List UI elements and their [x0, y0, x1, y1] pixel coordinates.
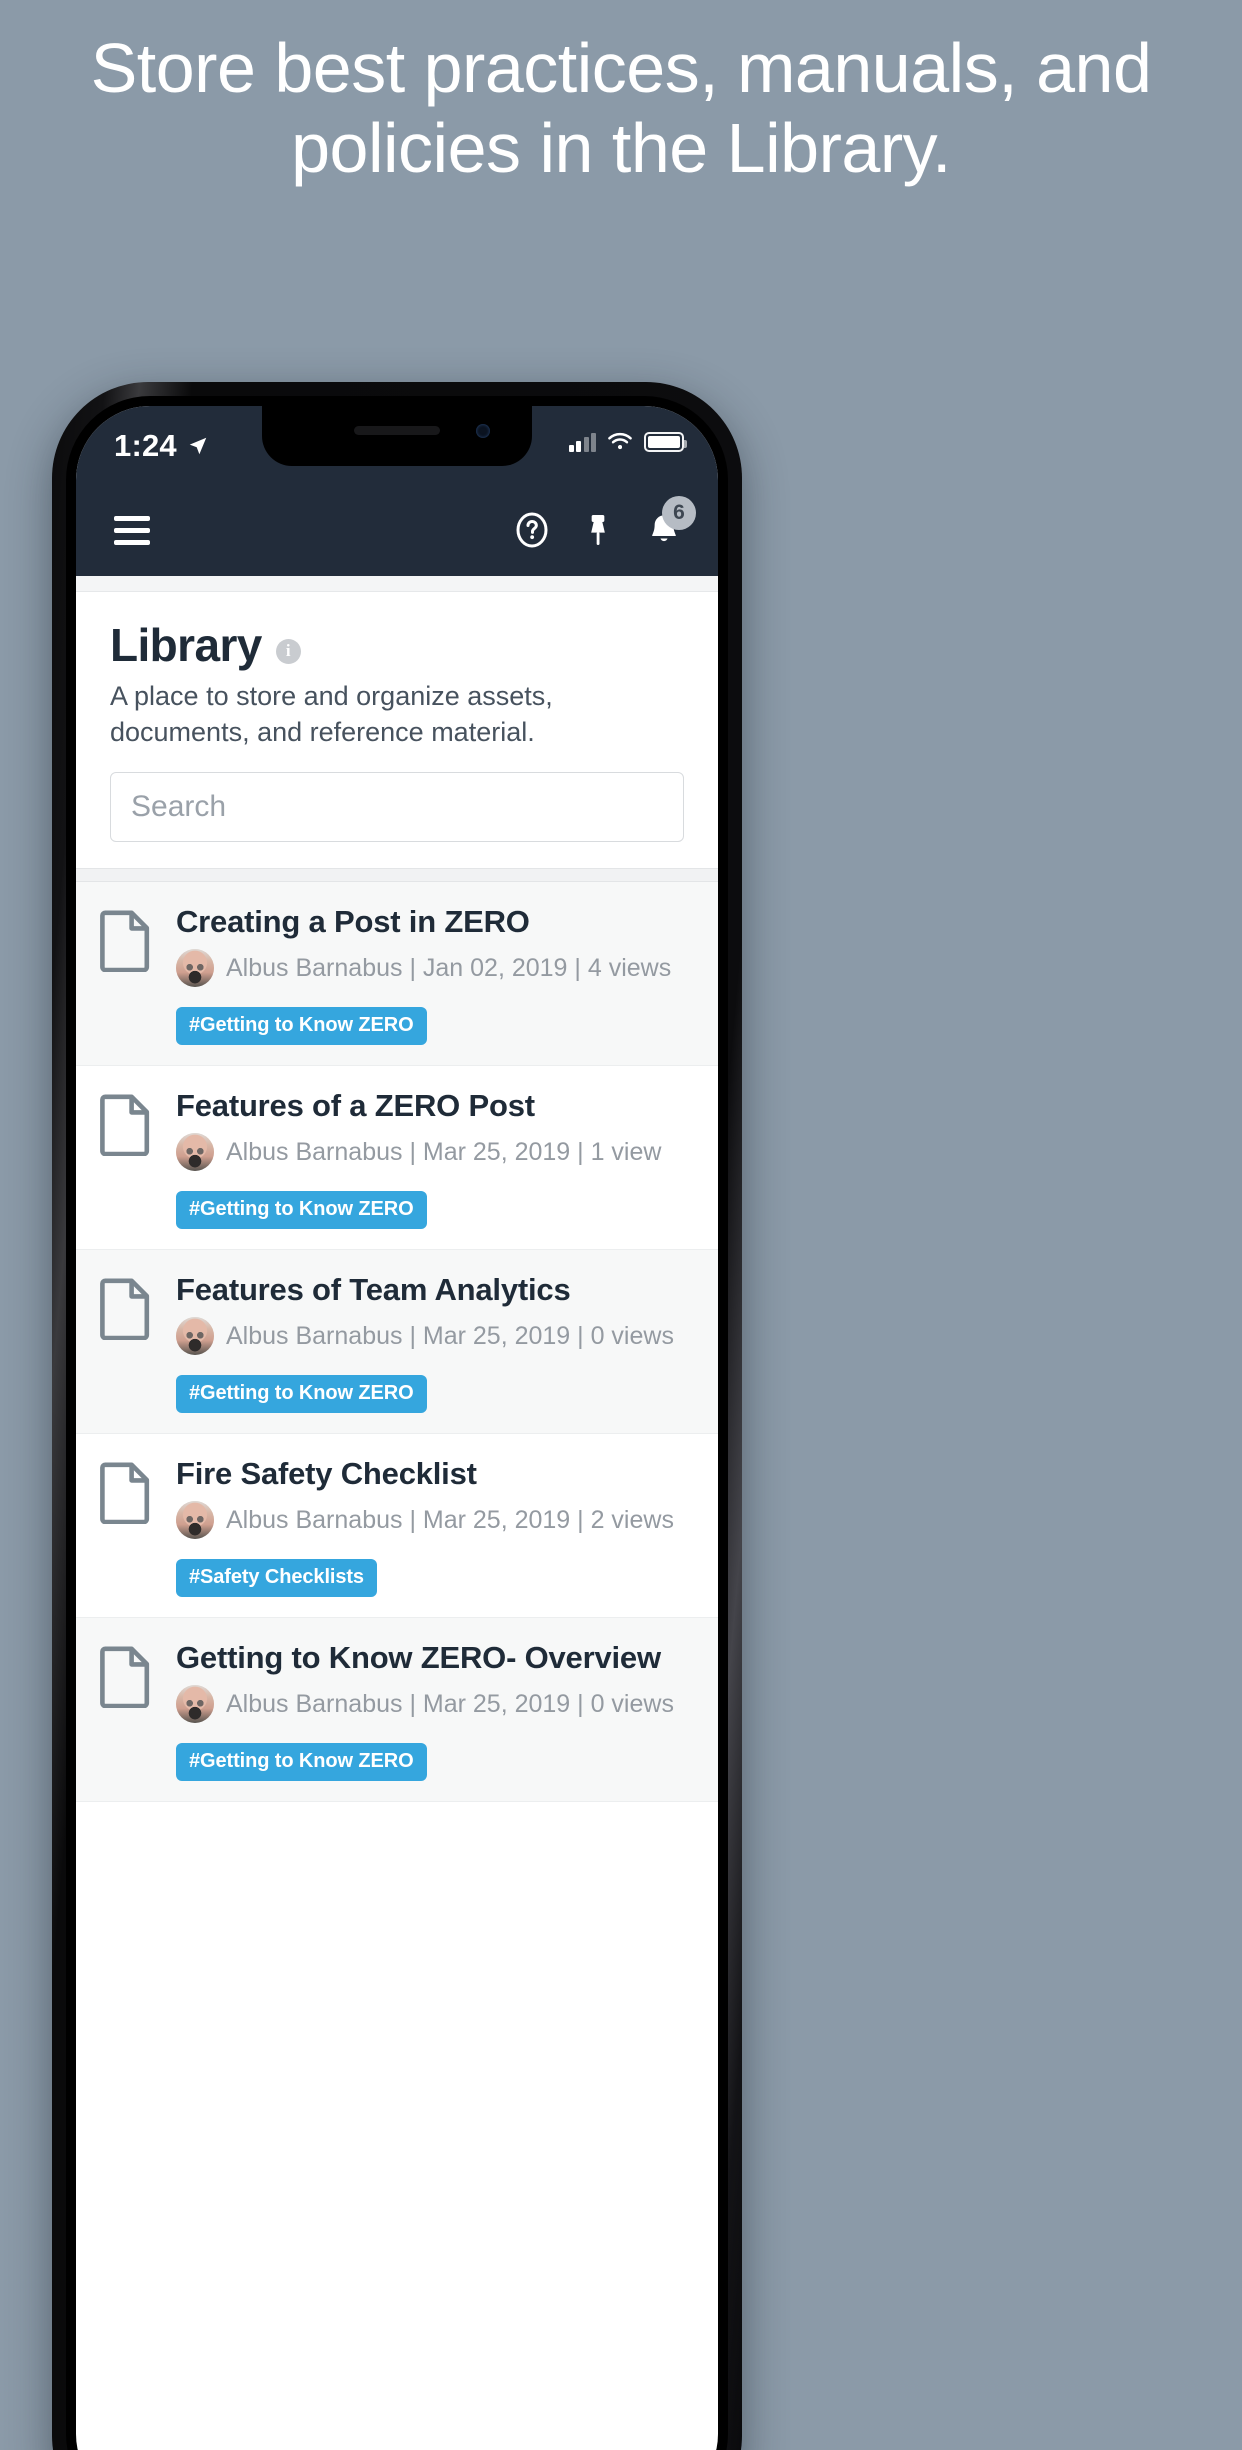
phone-screen: 1:24 6 Library i A place to store and or…: [76, 406, 718, 2450]
app-navbar: 6: [76, 484, 718, 576]
library-item-list: Creating a Post in ZERO Albus Barnabus |…: [76, 882, 718, 1802]
list-item[interactable]: Getting to Know ZERO- Overview Albus Bar…: [76, 1618, 718, 1802]
search-input[interactable]: [110, 772, 684, 842]
status-badge[interactable]: #Getting to Know ZERO: [176, 1007, 427, 1045]
phone-device-frame: 1:24 6 Library i A place to store and or…: [52, 382, 742, 2450]
list-item-body: Fire Safety Checklist Albus Barnabus | M…: [176, 1456, 694, 1597]
cellular-signal-icon: [568, 432, 596, 452]
page-title: Library: [110, 619, 262, 671]
list-item[interactable]: Fire Safety Checklist Albus Barnabus | M…: [76, 1434, 718, 1618]
list-item-title: Features of a ZERO Post: [176, 1088, 535, 1123]
list-item-body: Features of a ZERO Post Albus Barnabus |…: [176, 1088, 694, 1229]
list-item-tags: #Safety Checklists: [176, 1559, 694, 1597]
info-icon[interactable]: i: [275, 638, 301, 664]
wifi-icon: [608, 432, 632, 450]
list-item-title: Getting to Know ZERO- Overview: [176, 1640, 661, 1675]
list-item-tags: #Getting to Know ZERO: [176, 1743, 694, 1781]
document-icon: [100, 1088, 156, 1229]
location-arrow-icon: [189, 437, 207, 455]
status-badge[interactable]: #Getting to Know ZERO: [176, 1191, 427, 1229]
page-subtitle: A place to store and organize assets, do…: [110, 681, 553, 747]
page-toolbar-strip: [76, 576, 718, 592]
help-circle-icon[interactable]: [512, 510, 552, 550]
search-container: [76, 750, 718, 868]
phone-bezel: 1:24 6 Library i A place to store and or…: [66, 396, 728, 2450]
list-item-meta-text: Albus Barnabus | Jan 02, 2019 | 4 views: [226, 953, 672, 982]
list-item-meta: Albus Barnabus | Mar 25, 2019 | 0 views: [176, 1317, 694, 1355]
list-item-body: Getting to Know ZERO- Overview Albus Bar…: [176, 1640, 694, 1781]
navbar-actions: 6: [512, 496, 696, 550]
list-item-body: Creating a Post in ZERO Albus Barnabus |…: [176, 904, 694, 1045]
status-badge[interactable]: #Getting to Know ZERO: [176, 1743, 427, 1781]
status-badge[interactable]: #Safety Checklists: [176, 1559, 377, 1597]
device-notch: [262, 406, 532, 466]
list-item[interactable]: Features of a ZERO Post Albus Barnabus |…: [76, 1066, 718, 1250]
list-item-meta: Albus Barnabus | Jan 02, 2019 | 4 views: [176, 949, 694, 987]
list-item-meta-text: Albus Barnabus | Mar 25, 2019 | 2 views: [226, 1505, 674, 1534]
list-item-title: Fire Safety Checklist: [176, 1456, 477, 1491]
page-title-row: Library i: [110, 618, 684, 672]
list-item-tags: #Getting to Know ZERO: [176, 1375, 694, 1413]
earpiece-speaker: [354, 426, 440, 435]
document-icon: [100, 1456, 156, 1597]
list-item-meta-text: Albus Barnabus | Mar 25, 2019 | 1 view: [226, 1137, 662, 1166]
list-item-title: Features of Team Analytics: [176, 1272, 571, 1307]
list-item-title: Creating a Post in ZERO: [176, 904, 530, 939]
avatar: [176, 949, 214, 987]
list-item-tags: #Getting to Know ZERO: [176, 1007, 694, 1045]
list-item-meta: Albus Barnabus | Mar 25, 2019 | 1 view: [176, 1133, 694, 1171]
list-item-meta: Albus Barnabus | Mar 25, 2019 | 0 views: [176, 1685, 694, 1723]
status-badge[interactable]: #Getting to Know ZERO: [176, 1375, 427, 1413]
list-item-meta: Albus Barnabus | Mar 25, 2019 | 2 views: [176, 1501, 694, 1539]
pin-icon[interactable]: [578, 510, 618, 550]
avatar: [176, 1501, 214, 1539]
status-time: 1:24: [114, 428, 177, 463]
list-item-body: Features of Team Analytics Albus Barnabu…: [176, 1272, 694, 1413]
page-header: Library i A place to store and organize …: [76, 592, 718, 750]
avatar: [176, 1317, 214, 1355]
document-icon: [100, 904, 156, 1045]
list-item[interactable]: Creating a Post in ZERO Albus Barnabus |…: [76, 882, 718, 1066]
list-item-meta-text: Albus Barnabus | Mar 25, 2019 | 0 views: [226, 1321, 674, 1350]
list-item[interactable]: Features of Team Analytics Albus Barnabu…: [76, 1250, 718, 1434]
list-section-divider: [76, 868, 718, 882]
status-bar-left: 1:24: [114, 428, 209, 464]
hamburger-menu-icon[interactable]: [114, 515, 150, 545]
status-bar-right: [568, 428, 687, 452]
avatar: [176, 1685, 214, 1723]
notification-badge: 6: [662, 496, 696, 530]
list-item-meta-text: Albus Barnabus | Mar 25, 2019 | 0 views: [226, 1689, 674, 1718]
notifications-bell[interactable]: 6: [644, 496, 696, 550]
promo-headline: Store best practices, manuals, and polic…: [90, 29, 1152, 187]
document-icon: [100, 1640, 156, 1781]
battery-full-icon: [644, 432, 687, 452]
document-icon: [100, 1272, 156, 1413]
avatar: [176, 1133, 214, 1171]
library-page: Library i A place to store and organize …: [76, 576, 718, 1802]
front-camera: [476, 424, 490, 438]
list-item-tags: #Getting to Know ZERO: [176, 1191, 694, 1229]
